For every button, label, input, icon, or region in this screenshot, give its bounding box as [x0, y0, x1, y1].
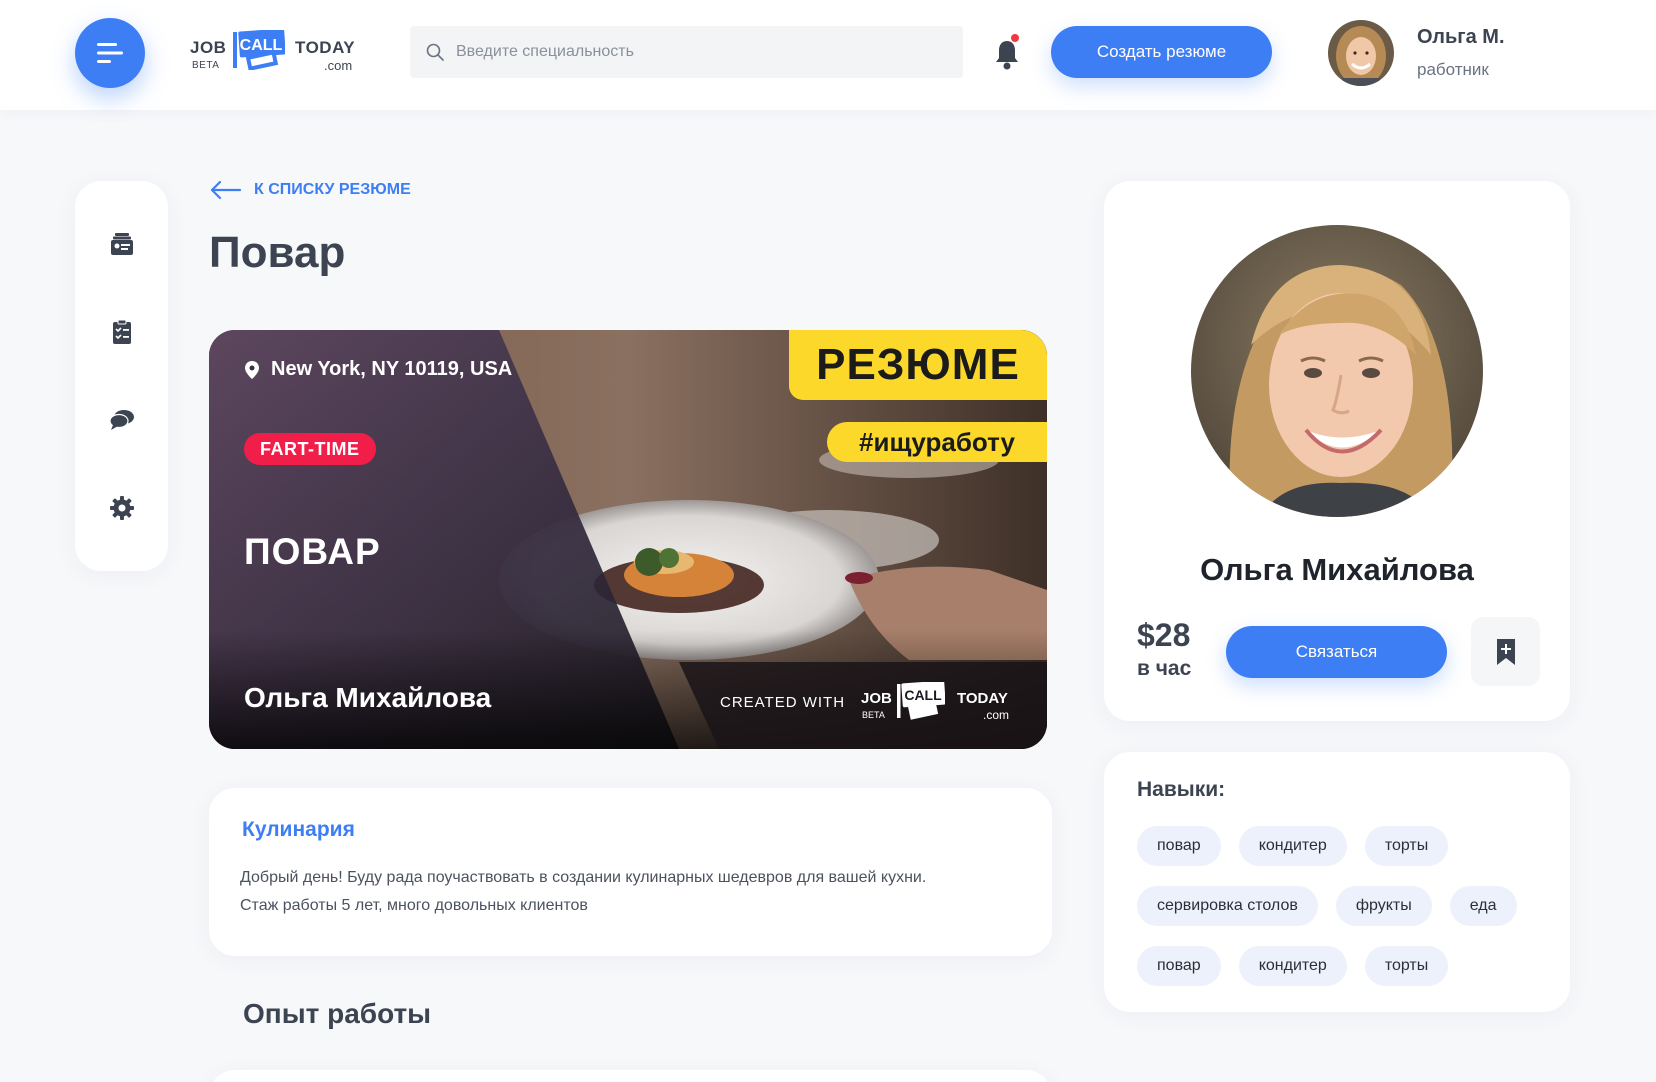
skill-chip[interactable]: еда — [1449, 886, 1517, 926]
gear-icon[interactable] — [109, 495, 135, 521]
banner-logo-com: .com — [983, 708, 1010, 722]
hourly-rate: $28 — [1137, 617, 1191, 653]
skill-chip[interactable]: торты — [1364, 946, 1449, 986]
bookmark-add-icon — [1496, 638, 1515, 665]
logo-today: TODAY — [295, 38, 356, 57]
skills-row: повар кондитер торты — [1137, 826, 1557, 866]
skill-chip[interactable]: повар — [1137, 946, 1221, 986]
bell-icon[interactable] — [994, 38, 1020, 70]
banner-logo-today: TODAY — [957, 690, 1008, 707]
icon-sidebar — [75, 181, 168, 571]
page-title: Повар — [209, 228, 346, 277]
description-title: Кулинария — [242, 818, 355, 841]
banner-created-with: CREATED WITH — [720, 694, 846, 711]
search-icon — [426, 43, 444, 61]
description-line-2: Стаж работы 5 лет, много довольных клиен… — [240, 897, 588, 914]
description-text: Добрый день! Буду рада поучаствовать в с… — [240, 864, 1020, 920]
clipboard-checklist-icon[interactable] — [109, 319, 135, 345]
banner-logo-call-mark: CALL — [897, 682, 945, 720]
banner-logo-beta: BETA — [862, 710, 885, 720]
skills-row: повар кондитер торты — [1137, 946, 1557, 986]
skill-chip[interactable]: кондитер — [1238, 946, 1347, 986]
search-bar[interactable] — [410, 26, 963, 78]
user-role: работник — [1417, 60, 1489, 79]
user-name: Ольга М. — [1417, 26, 1505, 48]
menu-button[interactable] — [75, 18, 145, 88]
menu-icon — [97, 43, 123, 63]
skill-chip[interactable]: торты — [1364, 826, 1449, 866]
logo-call-mark: CALL — [233, 30, 285, 70]
banner-logo-job: JOB — [861, 690, 892, 707]
description-card: Кулинария Добрый день! Буду рада поучаст… — [209, 788, 1052, 956]
skills-row: сервировка столов фрукты еда — [1137, 886, 1557, 926]
banner-resume-label: РЕЗЮМЕ — [789, 330, 1047, 400]
banner-logo-call-text: CALL — [904, 687, 942, 703]
profile-card: Ольга Михайлова $28 в час Связаться — [1104, 181, 1570, 721]
location-pin-icon — [245, 360, 259, 379]
skills-card: Навыки: повар кондитер торты сервировка … — [1104, 752, 1570, 1012]
top-header: JOB BETA CALL TODAY .com Создать резюме — [0, 0, 1656, 110]
experience-card — [209, 1070, 1052, 1082]
skills-title: Навыки: — [1137, 778, 1226, 801]
back-label: К СПИСКУ РЕЗЮМЕ — [254, 181, 411, 198]
logo-call-text: CALL — [240, 37, 283, 54]
resume-banner: New York, NY 10119, USA FART-TIME ПОВАР … — [209, 330, 1047, 749]
logo-beta: BETA — [192, 60, 220, 71]
skill-chip[interactable]: фрукты — [1335, 886, 1432, 926]
notification-dot — [1011, 34, 1019, 42]
location-text: New York, NY 10119, USA — [271, 358, 513, 380]
contact-button[interactable]: Связаться — [1226, 626, 1447, 678]
experience-title: Опыт работы — [243, 998, 432, 1029]
banner-hashtag: #ищуработу — [827, 422, 1047, 462]
search-input[interactable] — [456, 43, 936, 61]
logo-com: .com — [324, 58, 353, 73]
skills-list: повар кондитер торты сервировка столов ф… — [1137, 826, 1557, 1006]
chat-bubbles-icon[interactable] — [109, 407, 135, 433]
user-avatar-image — [1328, 20, 1394, 86]
profile-photo-image — [1191, 225, 1483, 517]
description-line-1: Добрый день! Буду рада поучаствовать в с… — [240, 869, 927, 886]
resume-card-icon[interactable] — [109, 231, 135, 257]
site-logo[interactable]: JOB BETA CALL TODAY .com — [190, 24, 360, 80]
create-resume-button[interactable]: Создать резюме — [1051, 26, 1272, 78]
banner-logo: JOB BETA CALL TODAY .com — [861, 680, 1021, 728]
back-to-list-link[interactable]: К СПИСКУ РЕЗЮМЕ — [210, 180, 411, 200]
user-avatar[interactable] — [1328, 20, 1394, 86]
rate-period: в час — [1137, 657, 1192, 680]
bookmark-button[interactable] — [1471, 617, 1540, 686]
skill-chip[interactable]: повар — [1137, 826, 1221, 866]
logo-job: JOB — [190, 38, 227, 57]
banner-location: New York, NY 10119, USA — [245, 358, 512, 381]
banner-person-name: Ольга Михайлова — [244, 682, 492, 713]
profile-full-name: Ольга Михайлова — [1200, 552, 1474, 587]
banner-job-title: ПОВАР — [244, 531, 381, 572]
arrow-left-icon — [210, 180, 242, 200]
profile-photo — [1191, 225, 1483, 517]
skill-chip[interactable]: сервировка столов — [1137, 886, 1318, 926]
skill-chip[interactable]: кондитер — [1238, 826, 1347, 866]
employment-type-badge: FART-TIME — [244, 433, 376, 465]
